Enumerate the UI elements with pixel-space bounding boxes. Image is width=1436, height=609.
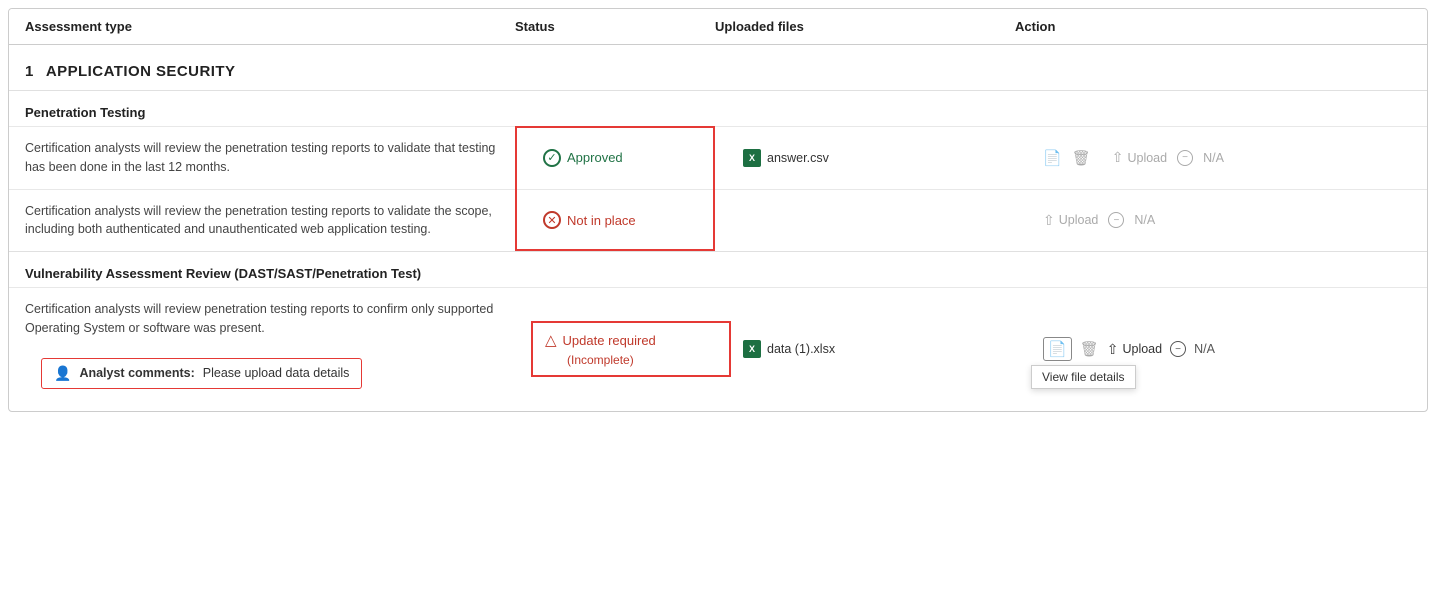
analyst-text: Please upload data details [203, 366, 350, 380]
na-label-3: N/A [1194, 342, 1215, 356]
row-3-actions: 📄 🗑 ⇧ Upload − N/A View file details [1031, 329, 1427, 369]
row-2-status: ✕ Not in place [531, 203, 731, 237]
view-file-tooltip[interactable]: View file details [1031, 365, 1136, 389]
row-3-uploaded: X data (1).xlsx [731, 332, 1031, 366]
doc-icon[interactable]: 📄 [1043, 149, 1062, 167]
row-1-actions: 📄 🗑 ⇧ Upload − N/A [1031, 141, 1427, 175]
row-3-status-label: Update required [563, 333, 656, 348]
row-2-description: Certification analysts will review the p… [9, 190, 531, 252]
row-1-uploaded: X answer.csv [731, 141, 1031, 175]
table-header: Assessment type Status Uploaded files Ac… [9, 9, 1427, 45]
row-3-description: Certification analysts will review penet… [25, 300, 515, 348]
tooltip-label: View file details [1042, 370, 1125, 384]
delete-icon[interactable]: 🗑 [1072, 149, 1091, 167]
main-table: Assessment type Status Uploaded files Ac… [8, 8, 1428, 412]
section-number: 1 [25, 63, 34, 80]
upload-arrow-icon-2: ⇧ [1043, 212, 1055, 229]
row-1-status-label: Approved [567, 150, 623, 165]
subsection-penetration-testing: Penetration Testing Certification analys… [9, 90, 1427, 251]
excel-icon: X [743, 149, 761, 167]
row-1-filename: answer.csv [767, 151, 829, 165]
excel-icon-3: X [743, 340, 761, 358]
col-status: Status [515, 19, 715, 34]
col-action: Action [1015, 19, 1411, 34]
na-label-1: N/A [1203, 151, 1224, 165]
row-3-filename: data (1).xlsx [767, 342, 835, 356]
upload-btn-1[interactable]: ⇧ Upload [1112, 149, 1167, 166]
na-btn-3[interactable]: − [1170, 341, 1186, 357]
table-row: Certification analysts will review penet… [9, 287, 1427, 411]
analyst-comment: 👤 Analyst comments: Please upload data d… [41, 358, 362, 389]
upload-btn-2[interactable]: ⇧ Upload [1043, 212, 1098, 229]
table-row: Certification analysts will review the p… [9, 189, 1427, 252]
upload-arrow-icon: ⇧ [1112, 149, 1124, 166]
na-btn-2[interactable]: − [1108, 212, 1124, 228]
row-1-description: Certification analysts will review the p… [9, 127, 531, 189]
analyst-icon: 👤 [54, 365, 71, 382]
row-2-uploaded [731, 212, 1031, 228]
section-application-security: 1 APPLICATION SECURITY Penetration Testi… [9, 45, 1427, 411]
col-uploaded-files: Uploaded files [715, 19, 1015, 34]
doc-icon-active[interactable]: 📄 [1043, 337, 1072, 361]
warning-icon: △ [545, 331, 557, 349]
row-3-status: △ Update required (Incomplete) [531, 321, 731, 377]
upload-label-2: Upload [1059, 213, 1099, 227]
subsection-vulnerability: Vulnerability Assessment Review (DAST/SA… [9, 251, 1427, 411]
section-title: 1 APPLICATION SECURITY [9, 45, 1427, 90]
col-assessment-type: Assessment type [25, 19, 515, 34]
row-2-actions: ⇧ Upload − N/A [1031, 204, 1427, 237]
approved-icon: ✓ [543, 149, 561, 167]
subsection-title-vulnerability: Vulnerability Assessment Review (DAST/SA… [9, 252, 1427, 287]
upload-arrow-icon-3: ⇧ [1107, 341, 1119, 358]
analyst-label: Analyst comments: [79, 366, 194, 380]
upload-label: Upload [1127, 151, 1167, 165]
row-3-status-main: △ Update required [545, 331, 656, 349]
row-2-status-label: Not in place [567, 213, 636, 228]
row-3-status-sublabel: (Incomplete) [545, 353, 634, 367]
table-row: Certification analysts will review the p… [9, 126, 1427, 189]
row-3-left: Certification analysts will review penet… [9, 288, 531, 411]
delete-icon-3[interactable]: 🗑 [1080, 340, 1099, 358]
na-label-2: N/A [1134, 213, 1155, 227]
section-name: APPLICATION SECURITY [46, 63, 236, 80]
row-1-status: ✓ Approved [531, 141, 731, 175]
not-in-place-icon: ✕ [543, 211, 561, 229]
upload-label-3: Upload [1122, 342, 1162, 356]
upload-btn-3[interactable]: ⇧ Upload [1107, 341, 1162, 358]
na-btn-1[interactable]: − [1177, 150, 1193, 166]
subsection-title-penetration: Penetration Testing [9, 91, 1427, 126]
